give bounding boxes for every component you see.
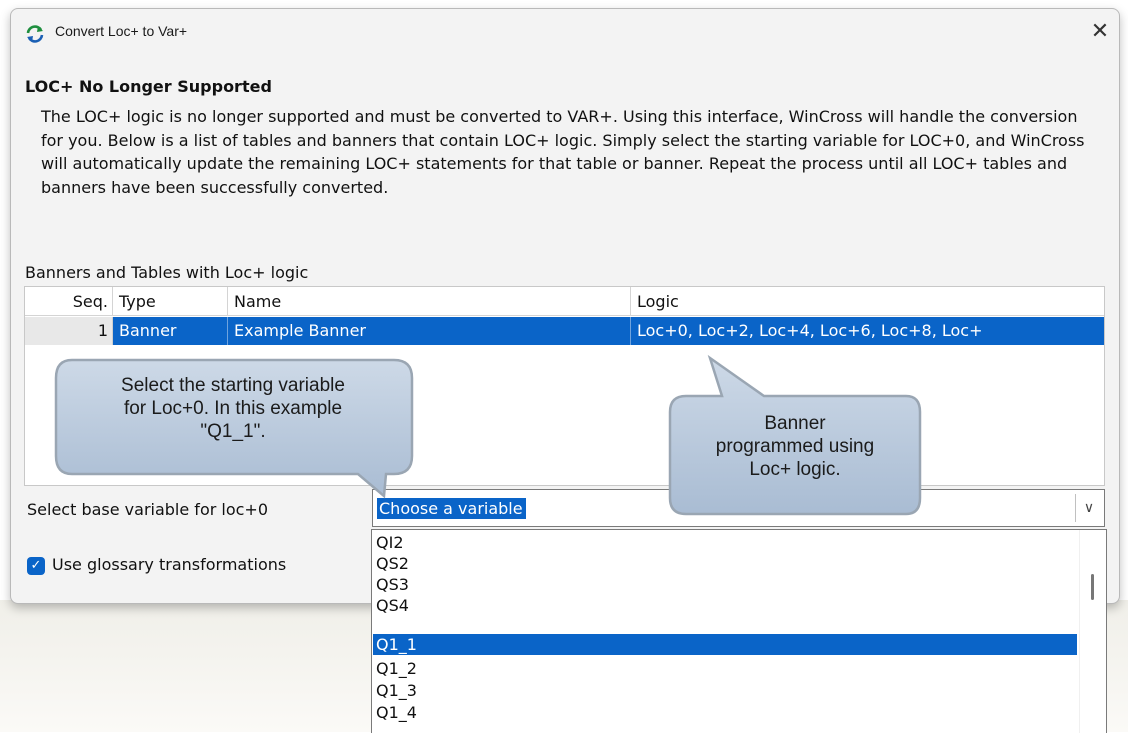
list-item[interactable]: Q1_2 [373,658,1077,679]
description-text: The LOC+ logic is no longer supported an… [41,107,1085,197]
list-item[interactable]: Q1_3 [373,680,1077,701]
list-item[interactable]: QI2 [373,532,1077,553]
callout-left-line: "Q1_1". [200,421,266,442]
column-header-logic[interactable]: Logic [631,287,1104,316]
column-header-name[interactable]: Name [228,287,631,316]
row-logic: Loc+0, Loc+2, Loc+4, Loc+6, Loc+8, Loc+ [631,317,1104,345]
window-title: Convert Loc+ to Var+ [55,23,188,39]
base-variable-label: Select base variable for loc+0 [27,500,269,519]
page-title: LOC+ No Longer Supported [25,77,272,96]
refresh-icon [26,25,44,43]
glossary-checkbox[interactable]: ✓ [27,557,45,575]
callout-left-text: Select the starting variable for Loc+0. … [64,374,402,443]
list-item[interactable]: QS3 [373,574,1077,595]
callout-left-line: for Loc+0. In this example [123,398,343,419]
list-item[interactable]: Q1_4 [373,702,1077,723]
list-item[interactable]: QS4 [373,595,1077,616]
table-row[interactable]: 1 Banner Example Banner Loc+0, Loc+2, Lo… [25,317,1104,345]
scrollbar-thumb[interactable] [1091,574,1094,600]
callout-left: Select the starting variable for Loc+0. … [48,352,428,502]
column-header-type[interactable]: Type [113,287,228,316]
list-item[interactable]: QS2 [373,553,1077,574]
list-item-selected[interactable]: Q1_1 [373,634,1077,655]
variable-dropdown-list[interactable]: QI2 QS2 QS3 QS4 Q1_1 Q1_2 Q1_3 Q1_4 [371,529,1107,733]
callout-right-line: Loc+ logic. [749,459,841,480]
glossary-checkbox-label: Use glossary transformations [52,555,287,574]
callout-left-line: Select the starting variable [121,375,345,396]
title-bar[interactable]: Convert Loc+ to Var+ ✕ [11,9,1119,55]
convert-dialog: Convert Loc+ to Var+ ✕ LOC+ No Longer Su… [10,8,1120,604]
callout-right-line: Banner [764,413,826,434]
callout-right-text: Banner programmed using Loc+ logic. [670,412,920,481]
column-header-seq[interactable]: Seq. [25,287,113,316]
chevron-down-icon[interactable]: ∨ [1075,494,1102,522]
row-name: Example Banner [228,317,631,345]
grid-header: Seq. Type Name Logic [25,287,1104,316]
grid-label: Banners and Tables with Loc+ logic [25,263,309,282]
row-type: Banner [113,317,228,345]
close-button[interactable]: ✕ [1083,15,1117,49]
dropdown-scrollbar[interactable] [1079,530,1106,733]
callout-right-line: programmed using [715,436,875,457]
callout-right: Banner programmed using Loc+ logic. [656,352,932,524]
row-seq: 1 [25,317,113,345]
